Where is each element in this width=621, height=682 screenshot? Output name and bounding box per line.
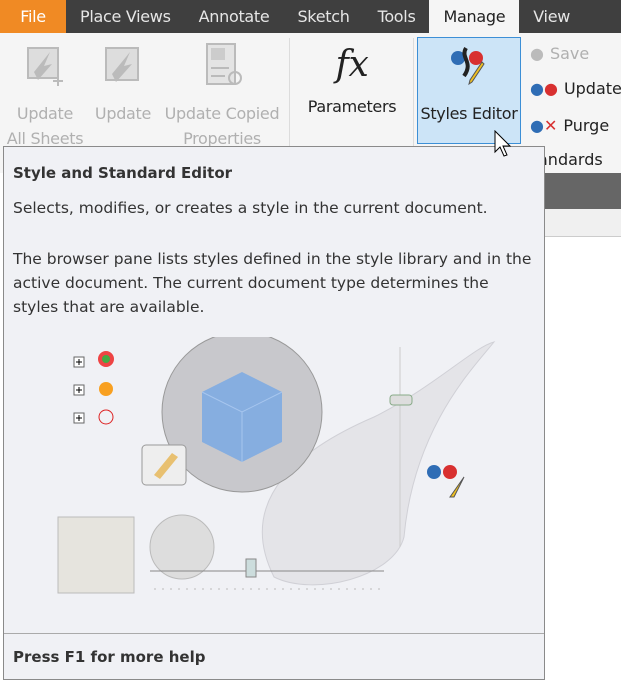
label: Update Copied: [164, 104, 280, 123]
tooltip-summary: Selects, modifies, or creates a style in…: [13, 199, 488, 217]
purge-button[interactable]: ●✕ Purge: [530, 116, 609, 135]
divider: [289, 38, 290, 148]
mouse-cursor-icon: [494, 130, 512, 157]
update-button[interactable]: Update: [92, 42, 154, 126]
update-styles-button[interactable]: ●● Update: [530, 79, 621, 98]
purge-icon: ●✕: [530, 116, 558, 135]
update-icon: [105, 47, 139, 82]
panel-bar: [540, 173, 621, 209]
tooltip-illustration: [57, 337, 496, 594]
standards-panel-label: andards: [538, 150, 603, 169]
label: Purge: [563, 116, 610, 135]
label: Styles Editor: [420, 104, 518, 123]
fx-icon: fx: [335, 44, 369, 85]
tab-place-views[interactable]: Place Views: [66, 0, 185, 33]
tab-file[interactable]: File: [0, 0, 66, 33]
label: Save: [549, 44, 590, 63]
update-copied-properties-button[interactable]: Update Copied Properties: [160, 42, 284, 151]
save-icon: ●: [530, 44, 544, 63]
tab-annotate[interactable]: Annotate: [185, 0, 284, 33]
tooltip-footer: Press F1 for more help: [4, 633, 544, 666]
tab-sketch[interactable]: Sketch: [283, 0, 363, 33]
styles-editor-icon: [451, 46, 485, 86]
expand-icon: [73, 351, 114, 368]
ribbon-tabs: File Place Views Annotate Sketch Tools M…: [0, 0, 621, 33]
tab-view[interactable]: View: [519, 0, 584, 33]
update-all-sheets-icon: [27, 47, 63, 86]
copied-properties-icon: [206, 43, 242, 85]
label: Parameters: [307, 97, 397, 116]
styles-editor-content[interactable]: Styles Editor: [417, 42, 521, 126]
tooltip: Style and Standard Editor Selects, modif…: [3, 146, 545, 680]
tab-manage[interactable]: Manage: [429, 0, 520, 33]
divider: [413, 38, 414, 148]
label: Update: [16, 104, 74, 123]
save-button[interactable]: ● Save: [530, 44, 589, 63]
tooltip-description: The browser pane lists styles defined in…: [13, 250, 532, 316]
update-styles-icon: ●●: [530, 79, 558, 98]
label: Update: [94, 104, 152, 123]
help-hint: Press F1 for more help: [13, 648, 206, 666]
label: Update: [563, 79, 621, 98]
tab-tools[interactable]: Tools: [364, 0, 430, 33]
document-tab-bar: [540, 209, 621, 237]
update-all-sheets-button[interactable]: Update All Sheets: [5, 42, 85, 151]
tooltip-title: Style and Standard Editor: [13, 164, 233, 182]
parameters-button[interactable]: fx Parameters: [302, 42, 402, 119]
